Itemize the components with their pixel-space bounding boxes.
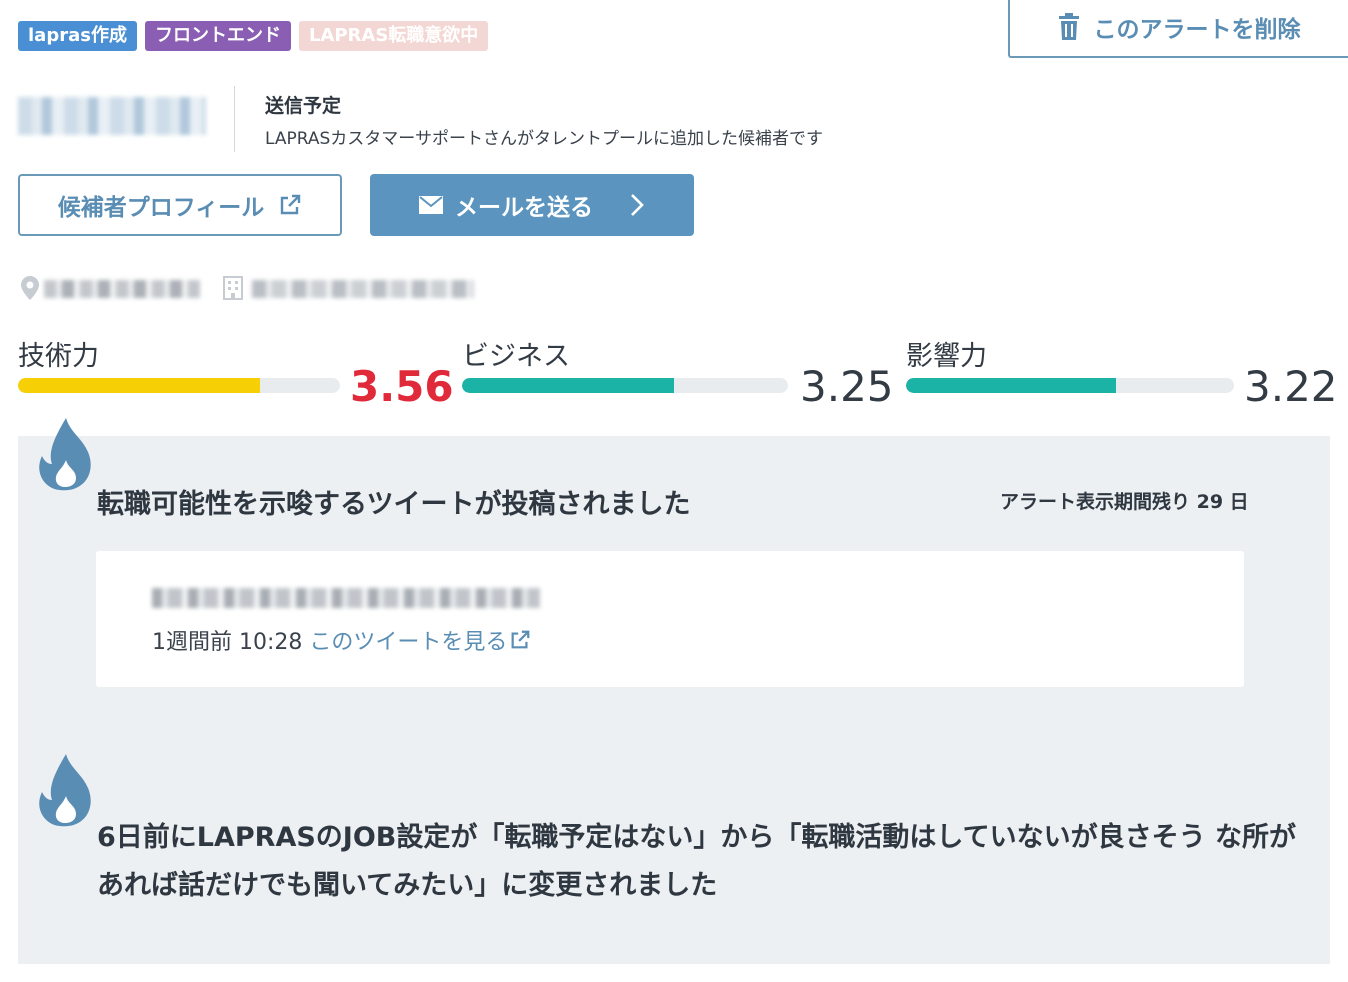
alert-tweet-title: 転職可能性を示唆するツイートが投稿されました: [97, 489, 691, 520]
chevron-right-icon: [631, 194, 644, 216]
envelope-icon: [419, 196, 443, 214]
fire-icon: [39, 418, 91, 491]
score-influence-value: 3.22: [1244, 362, 1338, 411]
score-tech-bar-fill: [18, 378, 260, 393]
view-tweet-link[interactable]: このツイートを見る: [309, 630, 531, 655]
score-influence-bar-fill: [906, 378, 1116, 393]
alert-job-setting-text: 6日前にLAPRASのJOB設定が「転職予定はない」から「転職活動はしていないが…: [97, 822, 1296, 901]
score-business-label: ビジネス: [462, 341, 570, 372]
score-tech-bar: [18, 378, 340, 393]
fire-icon: [39, 754, 91, 827]
candidate-description: LAPRASカスタマーサポートさんがタレントプールに追加した候補者です: [265, 129, 823, 149]
map-pin-icon: [21, 276, 39, 300]
tag-lapras-created: lapras作成: [18, 21, 137, 51]
tweet-card: [96, 551, 1244, 687]
location-redacted: [44, 280, 200, 298]
score-influence-label: 影響力: [906, 341, 987, 372]
external-link-icon: [281, 194, 301, 215]
tweet-meta: 1週間前 10:28 このツイートを見る: [152, 624, 531, 656]
candidate-profile-label: 候補者プロフィール: [57, 195, 265, 221]
view-tweet-label: このツイートを見る: [309, 630, 508, 655]
tag-frontend: フロントエンド: [144, 21, 291, 51]
company-redacted: [252, 280, 474, 298]
send-mail-button[interactable]: メールを送る: [370, 174, 694, 236]
delete-alert-label: このアラートを削除: [1093, 17, 1301, 43]
score-business-bar: [462, 378, 788, 393]
trash-icon: [1058, 13, 1079, 40]
score-tech-label: 技術力: [18, 341, 99, 372]
score-influence-bar: [906, 378, 1234, 393]
score-tech-value: 3.56: [350, 362, 454, 411]
tag-list: lapras作成 フロントエンド LAPRAS転職意欲中: [18, 21, 489, 51]
building-icon: [223, 276, 243, 300]
tweet-text-redacted: [152, 588, 540, 608]
send-status: 送信予定: [265, 95, 342, 117]
external-link-icon: [511, 630, 530, 649]
send-mail-label: メールを送る: [455, 195, 593, 221]
delete-alert-button[interactable]: このアラートを削除: [1008, 0, 1348, 58]
score-business-bar-fill: [462, 378, 674, 393]
tweet-time: 1週間前 10:28: [152, 630, 303, 655]
alert-remaining-days: アラート表示期間残り 29 日: [1000, 491, 1249, 513]
tag-job-seeking: LAPRAS転職意欲中: [298, 21, 489, 51]
candidate-name-redacted: [18, 97, 206, 135]
score-business-value: 3.25: [800, 362, 894, 411]
header-divider: [234, 86, 235, 152]
candidate-profile-button[interactable]: 候補者プロフィール: [18, 174, 342, 236]
